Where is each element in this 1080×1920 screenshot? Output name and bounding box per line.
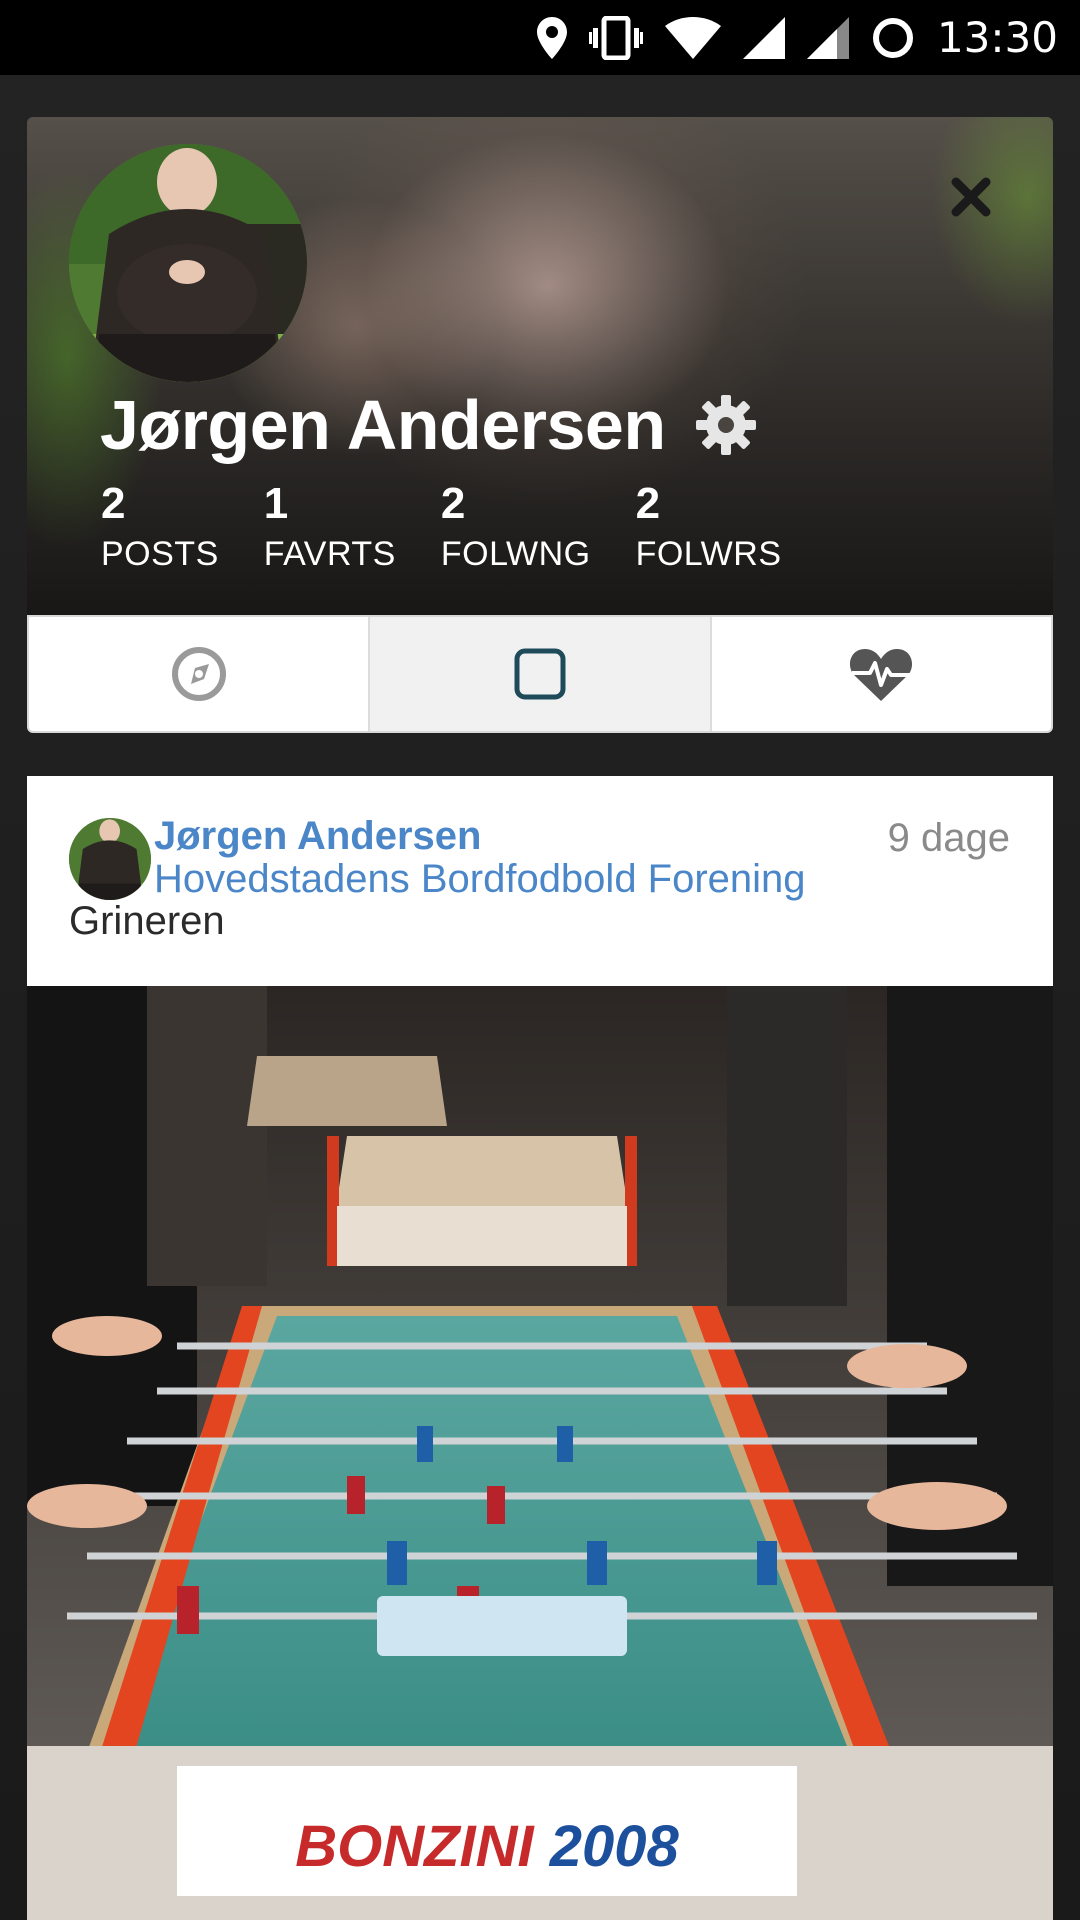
post-timestamp: 9 dage — [887, 816, 1010, 860]
profile-tabs — [27, 615, 1053, 733]
profile-header: Jørgen Andersen 2 POSTS 1 FAVRTS 2 FOLWN… — [27, 117, 1053, 615]
profile-card: Jørgen Andersen 2 POSTS 1 FAVRTS 2 FOLWN… — [27, 117, 1053, 1920]
profile-name: Jørgen Andersen — [100, 386, 666, 464]
stat-followers[interactable]: 2 FOLWRS — [636, 479, 782, 579]
name-row: Jørgen Andersen — [100, 385, 758, 465]
stat-label: FOLWRS — [635, 535, 782, 573]
tab-posts[interactable] — [370, 617, 712, 731]
stat-value: 1 — [263, 479, 289, 528]
post-author-avatar[interactable] — [69, 818, 151, 900]
tab-activity[interactable] — [712, 617, 1051, 731]
gear-icon[interactable] — [694, 393, 758, 457]
compass-icon — [171, 647, 226, 701]
stat-value: 2 — [440, 479, 466, 528]
stat-value: 2 — [101, 479, 126, 528]
post-author-link[interactable]: Jørgen Andersen — [154, 814, 481, 859]
stat-value: 2 — [635, 479, 661, 528]
foosball-photo: BONZINI 2008 — [27, 986, 1053, 1920]
post-header: Jørgen Andersen Hovedstadens Bordfodbold… — [27, 776, 1053, 986]
profile-avatar[interactable] — [69, 144, 307, 382]
stat-label: POSTS — [101, 535, 219, 573]
stat-following[interactable]: 2 FOLWNG — [441, 479, 591, 579]
vibrate-icon — [588, 15, 643, 60]
wifi-icon — [664, 16, 721, 59]
avatar-image — [69, 144, 307, 382]
heartbeat-icon — [850, 649, 913, 701]
close-icon — [951, 177, 991, 217]
table-brand-text: BONZINI 2008 — [295, 1814, 679, 1879]
post-image[interactable]: BONZINI 2008 — [27, 986, 1053, 1920]
status-bar: 13:30 — [0, 0, 1080, 75]
square-icon — [514, 648, 566, 700]
signal-2-icon — [806, 16, 849, 59]
avatar-image — [69, 818, 151, 900]
location-icon — [536, 16, 567, 59]
tab-explore[interactable] — [29, 617, 371, 731]
stat-posts[interactable]: 2 POSTS — [101, 479, 219, 579]
post-group-link[interactable]: Hovedstadens Bordfodbold Forening — [154, 857, 806, 902]
signal-icon — [742, 16, 785, 59]
post-text: Grineren — [69, 899, 225, 943]
status-time: 13:30 — [936, 13, 1058, 62]
stat-favorites[interactable]: 1 FAVRTS — [264, 479, 396, 579]
stat-label: FOLWNG — [440, 535, 591, 573]
stat-label: FAVRTS — [263, 535, 396, 573]
profile-stats: 2 POSTS 1 FAVRTS 2 FOLWNG 2 FOLWRS — [101, 479, 827, 579]
sync-icon — [872, 17, 913, 58]
close-button[interactable] — [943, 169, 999, 225]
